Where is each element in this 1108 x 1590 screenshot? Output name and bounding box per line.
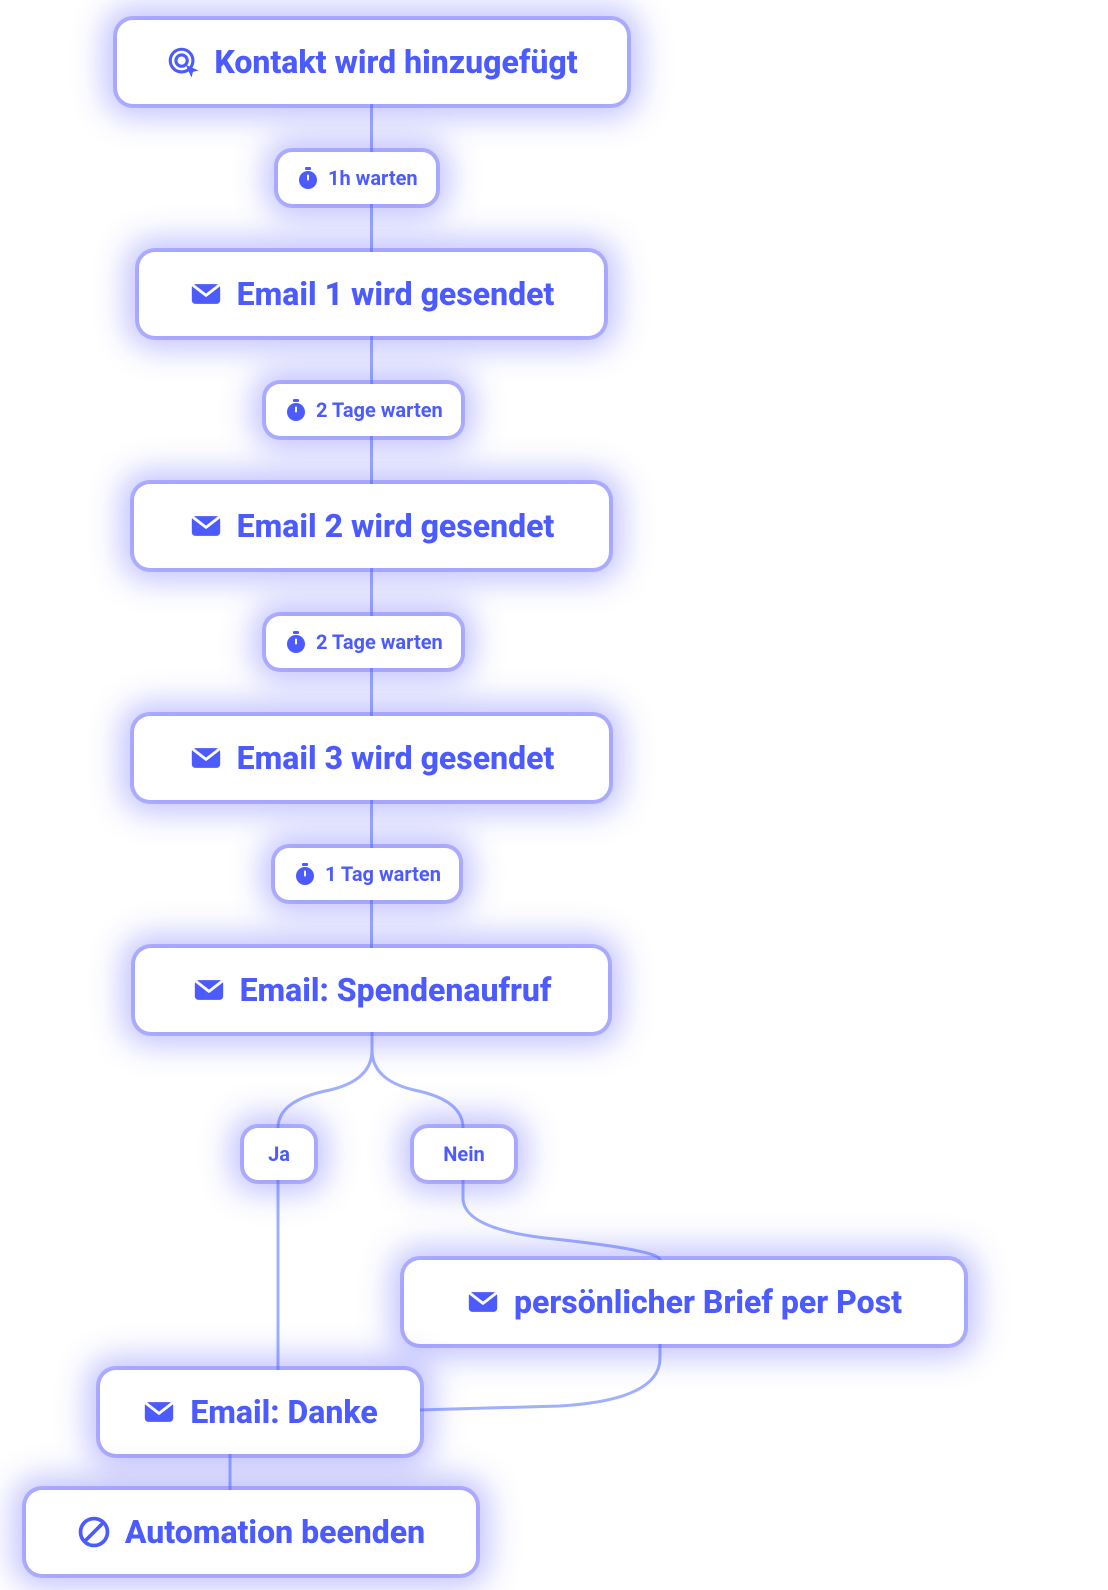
node-label: Email 1 wird gesendet bbox=[237, 275, 555, 313]
stop-icon bbox=[77, 1515, 111, 1549]
envelope-icon bbox=[189, 277, 223, 311]
node-wait-1day: 1 Tag warten bbox=[275, 848, 459, 900]
node-email-2: Email 2 wird gesendet bbox=[134, 484, 609, 568]
node-label: Kontakt wird hinzugefügt bbox=[214, 43, 577, 81]
stopwatch-icon bbox=[293, 862, 317, 886]
stopwatch-icon bbox=[296, 166, 320, 190]
node-label: 2 Tage warten bbox=[316, 630, 443, 654]
node-label: Nein bbox=[443, 1142, 484, 1166]
node-label: Ja bbox=[268, 1142, 290, 1166]
node-label: Email: Danke bbox=[190, 1393, 377, 1431]
node-email-3: Email 3 wird gesendet bbox=[134, 716, 609, 800]
node-email-thanks: Email: Danke bbox=[100, 1370, 420, 1454]
node-decision-no: Nein bbox=[414, 1128, 514, 1180]
node-label: 1h warten bbox=[328, 166, 418, 190]
node-label: Email 2 wird gesendet bbox=[237, 507, 555, 545]
node-personal-letter: persönlicher Brief per Post bbox=[404, 1260, 964, 1344]
envelope-icon bbox=[189, 509, 223, 543]
node-wait-1h: 1h warten bbox=[278, 152, 436, 204]
node-wait-2days-a: 2 Tage warten bbox=[266, 384, 461, 436]
node-label: 2 Tage warten bbox=[316, 398, 443, 422]
stopwatch-icon bbox=[284, 630, 308, 654]
node-email-1: Email 1 wird gesendet bbox=[139, 252, 604, 336]
node-label: persönlicher Brief per Post bbox=[514, 1283, 902, 1321]
envelope-icon bbox=[192, 973, 226, 1007]
node-label: Email: Spendenaufruf bbox=[240, 971, 552, 1009]
node-label: Automation beenden bbox=[125, 1513, 425, 1551]
envelope-icon bbox=[189, 741, 223, 775]
node-label: 1 Tag warten bbox=[325, 862, 441, 886]
node-wait-2days-b: 2 Tage warten bbox=[266, 616, 461, 668]
node-contact-added: Kontakt wird hinzugefügt bbox=[117, 20, 627, 104]
node-automation-end: Automation beenden bbox=[26, 1490, 476, 1574]
envelope-icon bbox=[142, 1395, 176, 1429]
click-target-icon bbox=[166, 45, 200, 79]
node-label: Email 3 wird gesendet bbox=[237, 739, 555, 777]
node-decision-yes: Ja bbox=[244, 1128, 314, 1180]
node-email-donation-call: Email: Spendenaufruf bbox=[135, 948, 608, 1032]
stopwatch-icon bbox=[284, 398, 308, 422]
envelope-icon bbox=[466, 1285, 500, 1319]
